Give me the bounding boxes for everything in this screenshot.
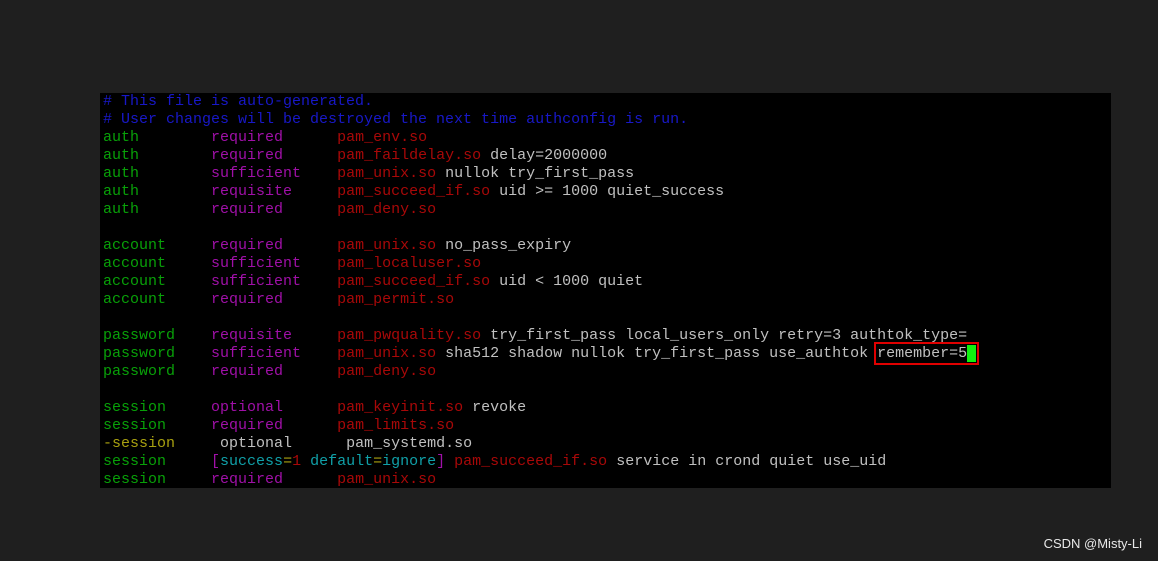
text-segment: auth: [103, 129, 212, 146]
text-segment: auth: [103, 183, 212, 200]
text-segment: password: [103, 345, 212, 362]
terminal-line: session required pam_unix.so: [103, 471, 976, 489]
terminal-line: password requisite pam_pwquality.so try_…: [103, 327, 976, 345]
text-cursor: [967, 345, 977, 362]
text-segment: session: [103, 471, 212, 488]
text-segment: required: [211, 129, 338, 146]
text-segment: pam_permit.so: [337, 291, 455, 308]
text-segment: success: [220, 453, 284, 470]
terminal-line: session optional pam_keyinit.so revoke: [103, 399, 976, 417]
text-segment: auth: [103, 165, 212, 182]
text-segment: password: [103, 363, 212, 380]
text-segment: session: [103, 417, 212, 434]
text-segment: 1: [292, 453, 302, 470]
text-segment: pam_faildelay.so: [337, 147, 482, 164]
text-segment: default: [301, 453, 374, 470]
text-segment: service in crond quiet use_uid: [607, 453, 887, 470]
terminal-line: account required pam_unix.so no_pass_exp…: [103, 237, 976, 255]
text-segment: required: [211, 237, 338, 254]
watermark: CSDN @Misty-Li: [1043, 536, 1142, 551]
text-segment: sufficient: [211, 273, 338, 290]
text-segment: required: [211, 291, 338, 308]
pam-config-text: # This file is auto-generated. # User cha…: [103, 93, 980, 489]
text-segment: pam_localuser.so: [337, 255, 482, 272]
terminal-line: # User changes will be destroyed the nex…: [103, 111, 976, 129]
text-segment: pam_pwquality.so: [337, 327, 482, 344]
terminal-line: auth required pam_faildelay.so delay=200…: [103, 147, 976, 165]
terminal-line: account sufficient pam_localuser.so: [103, 255, 976, 273]
terminal-line: session required pam_limits.so: [103, 417, 976, 435]
text-segment: # User changes will be destroyed the nex…: [103, 111, 689, 128]
terminal-line: password sufficient pam_unix.so sha512 s…: [103, 342, 980, 365]
text-segment: account: [103, 291, 212, 308]
text-segment: revoke: [463, 399, 527, 416]
text-segment: account: [103, 255, 212, 272]
text-segment: password: [103, 327, 212, 344]
text-segment: required: [211, 363, 338, 380]
text-segment: nullok try_first_pass: [436, 165, 635, 182]
text-segment: pam_succeed_if.so: [337, 273, 491, 290]
text-segment: =: [283, 453, 293, 470]
text-segment: try_first_pass local_users_only retry=3 …: [481, 327, 968, 344]
terminal-line: password required pam_deny.so: [103, 363, 976, 381]
text-segment: ignore: [382, 453, 437, 470]
text-segment: session: [103, 399, 212, 416]
text-segment: optional: [211, 399, 338, 416]
text-segment: auth: [103, 147, 212, 164]
text-segment: required: [211, 147, 338, 164]
text-segment: requisite: [211, 327, 338, 344]
terminal-line: auth required pam_env.so: [103, 129, 976, 147]
text-segment: pam_unix.so: [337, 471, 437, 488]
text-segment: pam_systemd.so: [346, 435, 473, 452]
terminal-line: account sufficient pam_succeed_if.so uid…: [103, 273, 976, 291]
terminal-line: auth required pam_deny.so: [103, 201, 976, 219]
terminal-line: auth sufficient pam_unix.so nullok try_f…: [103, 165, 976, 183]
text-segment: -session: [103, 435, 221, 452]
text-segment: sufficient: [211, 345, 338, 362]
highlight-box: remember=5: [874, 342, 980, 365]
text-segment: pam_deny.so: [337, 363, 437, 380]
text-segment: delay=2000000: [481, 147, 608, 164]
text-segment: # This file is auto-generated.: [103, 93, 374, 110]
text-segment: optional: [220, 435, 347, 452]
text-segment: account: [103, 273, 212, 290]
text-segment: pam_unix.so: [337, 165, 437, 182]
text-segment: session: [103, 453, 212, 470]
text-segment: pam_deny.so: [337, 201, 437, 218]
terminal-window[interactable]: # This file is auto-generated. # User cha…: [100, 93, 1111, 488]
text-segment: pam_unix.so: [337, 237, 437, 254]
text-segment: ]: [436, 453, 446, 470]
text-segment: account: [103, 237, 212, 254]
terminal-line: auth requisite pam_succeed_if.so uid >= …: [103, 183, 976, 201]
text-segment: pam_env.so: [337, 129, 428, 146]
text-segment: pam_succeed_if.so: [337, 183, 491, 200]
text-segment: no_pass_expiry: [436, 237, 572, 254]
text-segment: sufficient: [211, 165, 338, 182]
text-segment: [: [211, 453, 221, 470]
text-segment: sufficient: [211, 255, 338, 272]
text-segment: pam_keyinit.so: [337, 399, 464, 416]
terminal-line: -session optional pam_systemd.so: [103, 435, 976, 453]
text-segment: required: [211, 417, 338, 434]
highlighted-option: remember=5: [877, 345, 968, 362]
text-segment: pam_unix.so: [337, 345, 437, 362]
text-segment: required: [211, 201, 338, 218]
text-segment: required: [211, 471, 338, 488]
text-segment: auth: [103, 201, 212, 218]
text-segment: uid < 1000 quiet: [490, 273, 644, 290]
terminal-line: # This file is auto-generated.: [103, 93, 976, 111]
text-segment: pam_succeed_if.so: [445, 453, 608, 470]
terminal-line: session [success=1 default=ignore] pam_s…: [103, 453, 976, 471]
terminal-line: account required pam_permit.so: [103, 291, 976, 309]
text-segment: uid >= 1000 quiet_success: [490, 183, 725, 200]
text-segment: sha512 shadow nullok try_first_pass use_…: [436, 345, 878, 362]
text-segment: requisite: [211, 183, 338, 200]
text-segment: =: [373, 453, 383, 470]
text-segment: pam_limits.so: [337, 417, 455, 434]
